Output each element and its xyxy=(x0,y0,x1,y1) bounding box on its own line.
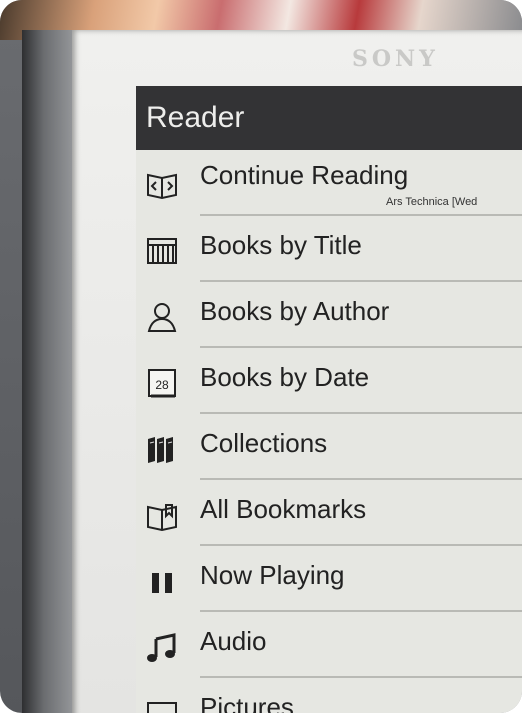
menu-item-all-bookmarks[interactable]: All Bookmarks xyxy=(136,480,522,546)
photo: SONY Reader Continue Reading Ars Technic… xyxy=(0,0,522,713)
menu-item-label: Books by Author xyxy=(200,296,390,326)
open-book-icon xyxy=(147,173,177,200)
screen-header: Reader xyxy=(136,86,522,150)
menu-item-books-by-title[interactable]: Books by Title xyxy=(136,216,522,282)
menu-item-label: Books by Date xyxy=(200,362,370,392)
brand-logo: SONY xyxy=(352,46,439,72)
menu-item-audio[interactable]: Audio xyxy=(136,612,522,678)
menu-item-label: All Bookmarks xyxy=(200,494,367,524)
menu-item-books-by-author[interactable]: Books by Author xyxy=(136,282,522,348)
device-side-frame xyxy=(22,30,77,713)
menu-item-subtitle: Ars Technica [Wed xyxy=(386,196,478,208)
menu-item-label: Continue Reading xyxy=(200,160,409,190)
reader-screen: Reader Continue Reading Ars Technica [We… xyxy=(136,86,522,713)
person-icon xyxy=(147,303,177,332)
bookshelf-icon xyxy=(147,238,177,264)
calendar-icon: 28 xyxy=(148,369,176,398)
menu-item-label: Books by Title xyxy=(200,230,362,260)
menu-item-continue-reading[interactable]: Continue Reading Ars Technica [Wed xyxy=(136,150,522,216)
menu-item-collections[interactable]: Collections xyxy=(136,414,522,480)
picture-icon xyxy=(147,702,177,713)
menu-item-label: Now Playing xyxy=(200,560,345,590)
music-note-icon xyxy=(147,633,176,662)
books-collection-icon xyxy=(148,437,173,463)
pause-icon xyxy=(152,573,172,593)
menu-item-books-by-date[interactable]: 28 Books by Date xyxy=(136,348,522,414)
menu-item-now-playing[interactable]: Now Playing xyxy=(136,546,522,612)
menu-item-label: Collections xyxy=(200,428,328,458)
bookmark-book-icon xyxy=(147,504,177,531)
calendar-day-text: 28 xyxy=(155,378,169,392)
menu-item-label: Audio xyxy=(200,626,267,656)
menu-item-pictures[interactable]: Pictures xyxy=(136,678,522,713)
menu-item-label: Pictures xyxy=(200,692,294,713)
